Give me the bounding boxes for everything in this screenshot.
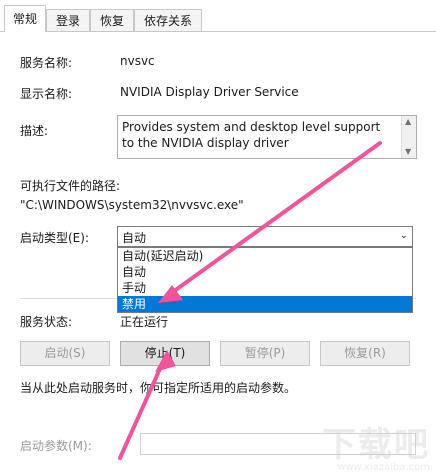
watermark-logo: 下载吧 www.xiazaiba.com (322, 417, 430, 473)
description-label: 描述: (20, 124, 49, 138)
executable-path-value: "C:\WINDOWS\system32\nvvsvc.exe" (20, 198, 244, 212)
start-params-label: 启动参数(M): (20, 439, 92, 453)
tab-recovery[interactable]: 恢复 (90, 9, 134, 31)
tab-logon[interactable]: 登录 (46, 9, 90, 31)
startup-type-label: 启动类型(E): (20, 231, 89, 245)
tab-general[interactable]: 常规 (4, 5, 46, 32)
startup-option-manual[interactable]: 手动 (118, 280, 412, 296)
pause-button[interactable]: 暂停(P) (220, 341, 310, 366)
description-scrollbar[interactable]: ▲ ▼ (401, 116, 416, 158)
description-box[interactable]: Provides system and desktop level suppor… (117, 115, 417, 159)
chevron-down-icon[interactable]: ⌄ (400, 230, 408, 241)
service-status-value: 正在运行 (120, 315, 169, 329)
stop-button[interactable]: 停止(T) (120, 341, 210, 366)
service-name-label: 服务名称: (20, 56, 73, 70)
startup-type-selected: 自动 (122, 231, 147, 245)
scroll-up-arrow-icon[interactable]: ▲ (405, 118, 411, 126)
start-button[interactable]: 启动(S) (20, 341, 110, 366)
tab-bar: 常规 登录 恢复 依存关系 (0, 0, 436, 32)
startup-option-auto-delayed[interactable]: 自动(延迟启动) (118, 248, 412, 264)
resume-button[interactable]: 恢复(R) (320, 341, 410, 366)
display-name-value: NVIDIA Display Driver Service (120, 85, 299, 99)
tab-dependencies[interactable]: 依存关系 (134, 9, 202, 31)
startup-type-dropdown: 自动(延迟启动) 自动 手动 禁用 (117, 247, 413, 313)
description-text: Provides system and desktop level suppor… (122, 120, 381, 150)
startup-option-disabled[interactable]: 禁用 (118, 296, 412, 312)
start-params-hint: 当从此处启动服务时，你可指定所适用的启动参数。 (20, 381, 297, 395)
service-name-value: nvsvc (120, 54, 155, 68)
service-status-label: 服务状态: (20, 315, 73, 329)
scroll-down-arrow-icon[interactable]: ▼ (405, 148, 411, 156)
display-name-label: 显示名称: (20, 87, 73, 101)
startup-type-select[interactable]: 自动 ⌄ (117, 226, 413, 247)
watermark-sub-text: www.xiazaiba.com (337, 462, 430, 473)
executable-path-label: 可执行文件的路径: (20, 179, 121, 193)
watermark-main-text: 下载吧 (322, 425, 430, 465)
startup-option-auto[interactable]: 自动 (118, 264, 412, 280)
